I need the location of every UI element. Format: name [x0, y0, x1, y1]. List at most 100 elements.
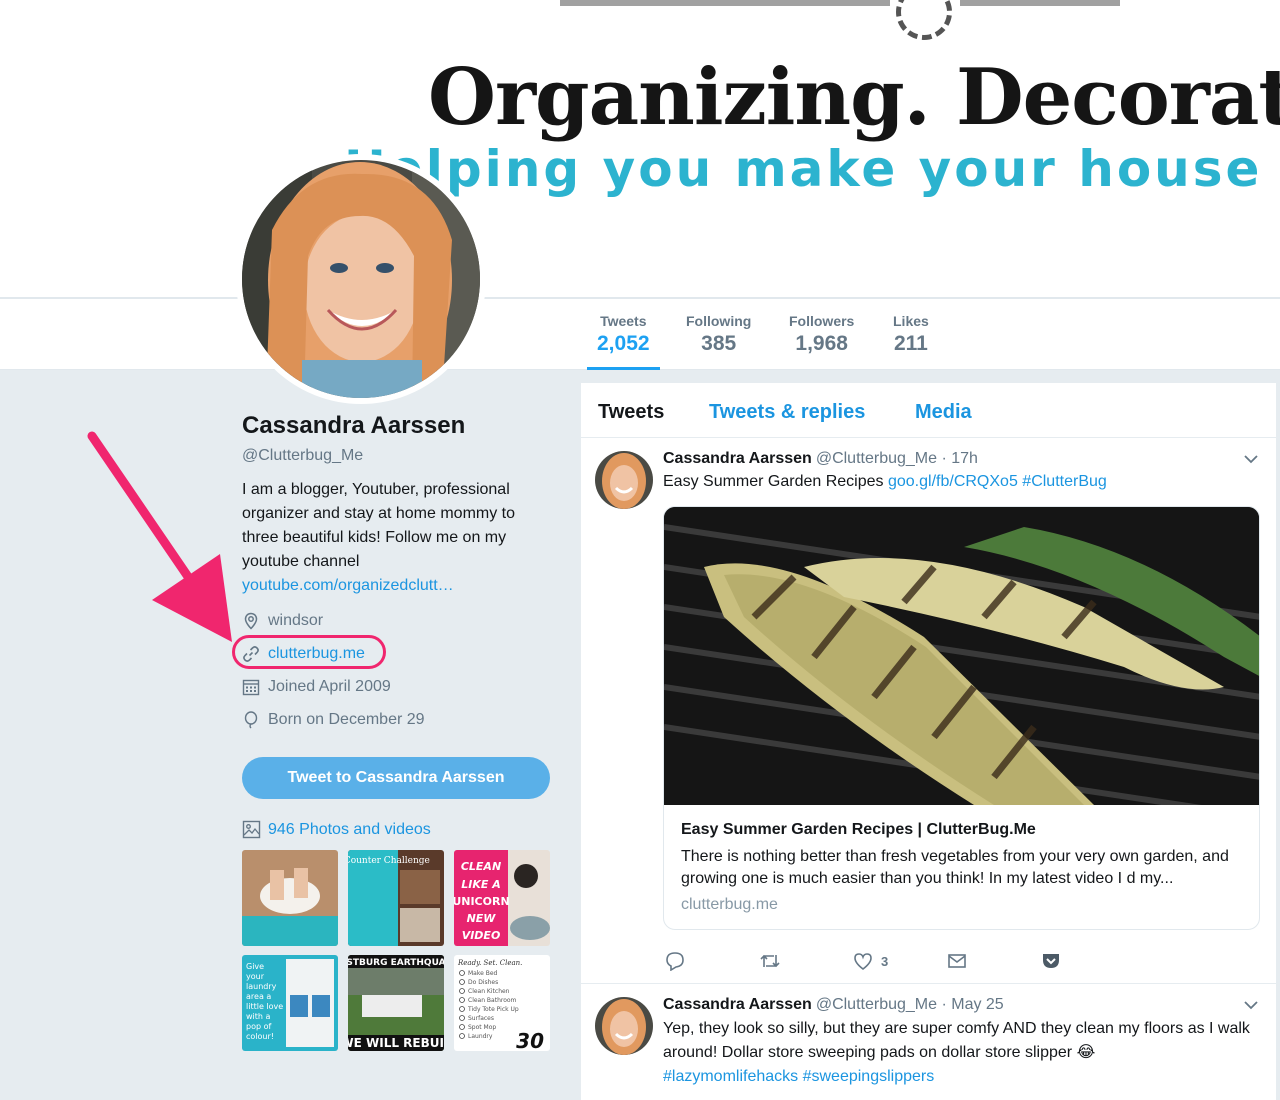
tweet-avatar[interactable]: [595, 451, 653, 509]
media-thumb-clear-counter[interactable]: Clear Counter Challenge: [348, 850, 444, 946]
location-icon: [244, 612, 258, 630]
nav-stat-following[interactable]: Following 385: [686, 313, 751, 356]
svg-text:LIKE A: LIKE A: [461, 878, 500, 891]
thumb-image: [242, 850, 338, 946]
header-banner: Organizing. Decorati Helping you make yo…: [0, 0, 1280, 298]
svg-text:area a: area a: [246, 992, 271, 1001]
envelope-icon: [948, 954, 966, 968]
svg-text:Surfaces: Surfaces: [468, 1015, 494, 1022]
tweet-author-name[interactable]: Cassandra Aarssen: [663, 996, 812, 1013]
thumb-image: Give your laundry area a little love wit…: [242, 955, 338, 1051]
profile-avatar[interactable]: [236, 154, 486, 404]
svg-text:Do Dishes: Do Dishes: [468, 979, 498, 986]
card-domain: clutterbug.me: [681, 896, 778, 913]
website-highlight-circle: [232, 635, 386, 669]
calendar-icon: [242, 679, 260, 695]
thumb-image: Clear Counter Challenge: [348, 850, 444, 946]
tweet-author-name[interactable]: Cassandra Aarssen: [663, 450, 812, 467]
retweet-button[interactable]: [759, 951, 781, 971]
profile-handle[interactable]: @Clutterbug_Me: [242, 447, 562, 465]
svg-text:laundry: laundry: [246, 982, 277, 991]
thumb-caption: WE WILL REBUIL: [348, 1036, 444, 1050]
svg-text:NEW: NEW: [467, 912, 497, 925]
tweet-item[interactable]: Cassandra Aarssen @Clutterbug_Me · May 25…: [581, 984, 1276, 1100]
media-thumb-laundry[interactable]: Give your laundry area a little love wit…: [242, 955, 338, 1051]
chevron-down-icon[interactable]: [1243, 1000, 1259, 1010]
tweet-link[interactable]: goo.gl/fb/CRQXo5: [888, 473, 1018, 490]
balloon-icon: [244, 710, 258, 728]
reply-icon: [666, 952, 684, 971]
heart-icon: [854, 953, 872, 971]
joined-text: Joined April 2009: [268, 677, 391, 695]
pocket-button[interactable]: [1041, 951, 1061, 971]
banner-decoration-2: [960, 0, 1120, 6]
tweet-avatar[interactable]: [595, 997, 653, 1055]
avatar-photo: [595, 997, 653, 1055]
tweet-text: Easy Summer Garden Recipes goo.gl/fb/CRQ…: [663, 470, 1253, 494]
banner-tagline: Helping you make your house a hon: [344, 140, 1280, 198]
profile-bio: I am a blogger, Youtuber, professional o…: [242, 481, 516, 570]
thumb-caption: Clear Counter Challenge: [348, 856, 430, 866]
svg-text:Give: Give: [246, 962, 264, 971]
like-count: 3: [881, 953, 889, 969]
nav-stat-tweets[interactable]: Tweets 2,052: [587, 313, 660, 371]
media-grid: Clear Counter Challenge CLEAN LIKE A UNI…: [242, 850, 550, 1051]
tweet-text: Yep, they look so silly, but they are su…: [663, 1017, 1253, 1089]
profile-name[interactable]: Cassandra Aarssen: [242, 412, 562, 440]
photos-videos-label[interactable]: 946 Photos and videos: [268, 821, 431, 839]
media-thumb-earthquake[interactable]: ERSTBURG EARTHQUAKE WE WILL REBUIL: [348, 955, 444, 1051]
stat-value: 385: [701, 332, 737, 355]
svg-text:Clean Kitchen: Clean Kitchen: [468, 988, 510, 995]
tweet-handle-time[interactable]: @Clutterbug_Me · May 25: [816, 996, 1004, 1013]
svg-text:colour!: colour!: [246, 1032, 274, 1041]
media-thumb-slipper[interactable]: [242, 850, 338, 946]
tab-tweets-replies[interactable]: Tweets & replies: [709, 401, 865, 424]
tweet-handle-time[interactable]: @Clutterbug_Me · 17h: [816, 450, 978, 467]
tab-media[interactable]: Media: [915, 401, 972, 424]
svg-text:Ready. Set. Clean.: Ready. Set. Clean.: [457, 959, 522, 967]
chevron-down-icon[interactable]: [1243, 454, 1259, 464]
like-button[interactable]: 3: [853, 951, 888, 971]
reply-button[interactable]: [665, 951, 685, 971]
nav-stat-followers[interactable]: Followers 1,968: [789, 313, 854, 356]
stat-label: Likes: [893, 313, 929, 329]
card-title[interactable]: Easy Summer Garden Recipes | ClutterBug.…: [681, 821, 1036, 839]
profile-nav: Tweets 2,052 Following 385 Followers 1,9…: [0, 297, 1280, 371]
link-card[interactable]: Easy Summer Garden Recipes | ClutterBug.…: [663, 506, 1260, 930]
direct-message-button[interactable]: [947, 951, 967, 971]
svg-text:little love: little love: [246, 1002, 283, 1011]
image-icon: [242, 820, 261, 839]
stat-value: 2,052: [597, 332, 650, 355]
profile-card: Cassandra Aarssen @Clutterbug_Me I am a …: [232, 412, 562, 736]
pocket-icon: [1043, 954, 1059, 968]
thumb-image: ERSTBURG EARTHQUAKE WE WILL REBUIL: [348, 955, 444, 1051]
card-image: [664, 507, 1259, 805]
svg-text:ERSTBURG EARTHQUAKE: ERSTBURG EARTHQUAKE: [348, 958, 444, 968]
tweet-item[interactable]: Cassandra Aarssen @Clutterbug_Me · 17h Ea…: [581, 439, 1276, 994]
tab-tweets[interactable]: Tweets: [598, 401, 664, 424]
svg-text:pop of: pop of: [246, 1022, 271, 1031]
thumb-image: Ready. Set. Clean. Make Bed Do Dishes Clea…: [454, 955, 550, 1051]
bio-youtube-link[interactable]: youtube.com/organizedclutt…: [242, 574, 562, 598]
svg-text:VIDEO: VIDEO: [462, 929, 501, 942]
nav-stat-likes[interactable]: Likes 211: [893, 313, 929, 356]
birthday-text: Born on December 29: [268, 710, 425, 728]
photos-videos-link[interactable]: 946 Photos and videos: [242, 820, 431, 839]
thumb-image: CLEAN LIKE A UNICORN NEW VIDEO: [454, 850, 550, 946]
grilled-zucchini-image: [664, 507, 1259, 805]
svg-text:Make Bed: Make Bed: [468, 970, 498, 977]
banner-headline: Organizing. Decorati: [428, 52, 1280, 143]
tweet-to-button[interactable]: Tweet to Cassandra Aarssen: [242, 757, 550, 799]
tweet-hashtag[interactable]: #ClutterBug: [1022, 473, 1107, 490]
svg-text:Spot Mop: Spot Mop: [468, 1024, 496, 1031]
location-text: windsor: [268, 611, 324, 629]
tweet-header: Cassandra Aarssen @Clutterbug_Me · May 25: [663, 996, 1004, 1014]
tweet-body: Yep, they look so silly, but they are su…: [663, 1020, 1250, 1061]
media-thumb-unicorn[interactable]: CLEAN LIKE A UNICORN NEW VIDEO: [454, 850, 550, 946]
media-thumb-checklist[interactable]: Ready. Set. Clean. Make Bed Do Dishes Clea…: [454, 955, 550, 1051]
tweet-hashtags[interactable]: #lazymomlifehacks #sweepingslippers: [663, 1068, 934, 1085]
svg-text:Laundry: Laundry: [468, 1033, 493, 1040]
tweet-body: Easy Summer Garden Recipes: [663, 473, 884, 490]
svg-text:Tidy Tote Pick Up: Tidy Tote Pick Up: [467, 1006, 519, 1013]
stat-value: 211: [893, 332, 928, 355]
